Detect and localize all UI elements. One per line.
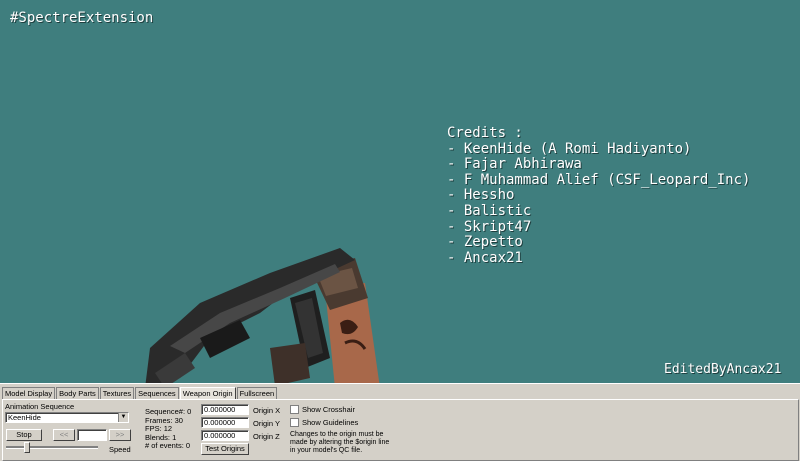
credits-line: - F Muhammad Alief (CSF_Leopard_Inc) [447,171,751,188]
prev-frame-button[interactable]: << [53,429,75,441]
model-viewport[interactable]: #SpectreExtension Credits : - KeenHide (… [0,0,800,383]
credits-line: Credits : [447,125,523,141]
origin-y-label: Origin Y [253,419,280,428]
test-origins-button[interactable]: Test Origins [201,443,249,455]
spectre-extension-tag: #SpectreExtension [10,10,154,26]
sequence-stats: Sequence#: 0 Frames: 30 FPS: 12 Blends: … [145,407,191,451]
animation-sequence-label: Animation Sequence [5,402,75,411]
origin-y-input[interactable]: 0.000000 [201,417,249,428]
origin-z-label: Origin Z [253,432,280,441]
speed-slider-thumb[interactable] [24,442,30,453]
credits-line: - Fajar Abhirawa [447,156,582,173]
origin-note-line: in your model's QC file. [290,447,363,454]
events-count: # of events: 0 [145,441,191,450]
frame-input[interactable] [77,429,107,441]
stop-button[interactable]: Stop [6,429,42,441]
show-guidelines-label: Show Guidelines [302,418,359,427]
origin-z-input[interactable]: 0.000000 [201,430,249,441]
speed-label: Speed [109,445,131,454]
credits-line: - Skript47 [447,218,532,235]
show-crosshair-label: Show Crosshair [302,405,355,414]
origin-note: Changes to the origin must be made by al… [290,431,389,455]
credits-line: - Zepetto [447,234,523,251]
chevron-down-icon[interactable]: ▼ [118,413,128,422]
show-crosshair-checkbox[interactable] [290,405,299,414]
tab-sequences[interactable]: Sequences [135,387,179,399]
origin-note-line: Changes to the origin must be [290,431,384,438]
tab-model-display[interactable]: Model Display [2,387,56,399]
credits-list: Credits : - KeenHide (A Romi Hadiyanto) … [447,125,751,266]
tab-fullscreen[interactable]: Fullscreen [236,387,278,399]
animation-sequence-value: KeenHide [8,413,41,422]
credits-line: - Balistic [447,202,532,219]
tab-textures[interactable]: Textures [99,387,135,399]
origin-x-label: Origin X [253,406,281,415]
origin-note-line: made by altering the $origin line [290,439,390,446]
control-panel: Model Display Body Parts Textures Sequen… [0,383,800,461]
show-guidelines-checkbox[interactable] [290,418,299,427]
edited-by-watermark: EditedByAncax21 [664,362,782,377]
credits-line: - Ancax21 [447,249,523,266]
credits-line: - Hessho [447,187,515,204]
animation-sequence-dropdown[interactable]: KeenHide ▼ [5,412,129,423]
speed-slider-track[interactable] [6,446,98,449]
weapon-model [145,248,380,383]
credits-line: - KeenHide (A Romi Hadiyanto) [447,140,692,157]
origin-x-input[interactable]: 0.000000 [201,404,249,415]
next-frame-button[interactable]: >> [109,429,131,441]
tab-body-parts[interactable]: Body Parts [56,387,99,399]
tab-weapon-origin[interactable]: Weapon Origin [179,387,236,399]
tab-bar: Model Display Body Parts Textures Sequen… [2,387,278,399]
